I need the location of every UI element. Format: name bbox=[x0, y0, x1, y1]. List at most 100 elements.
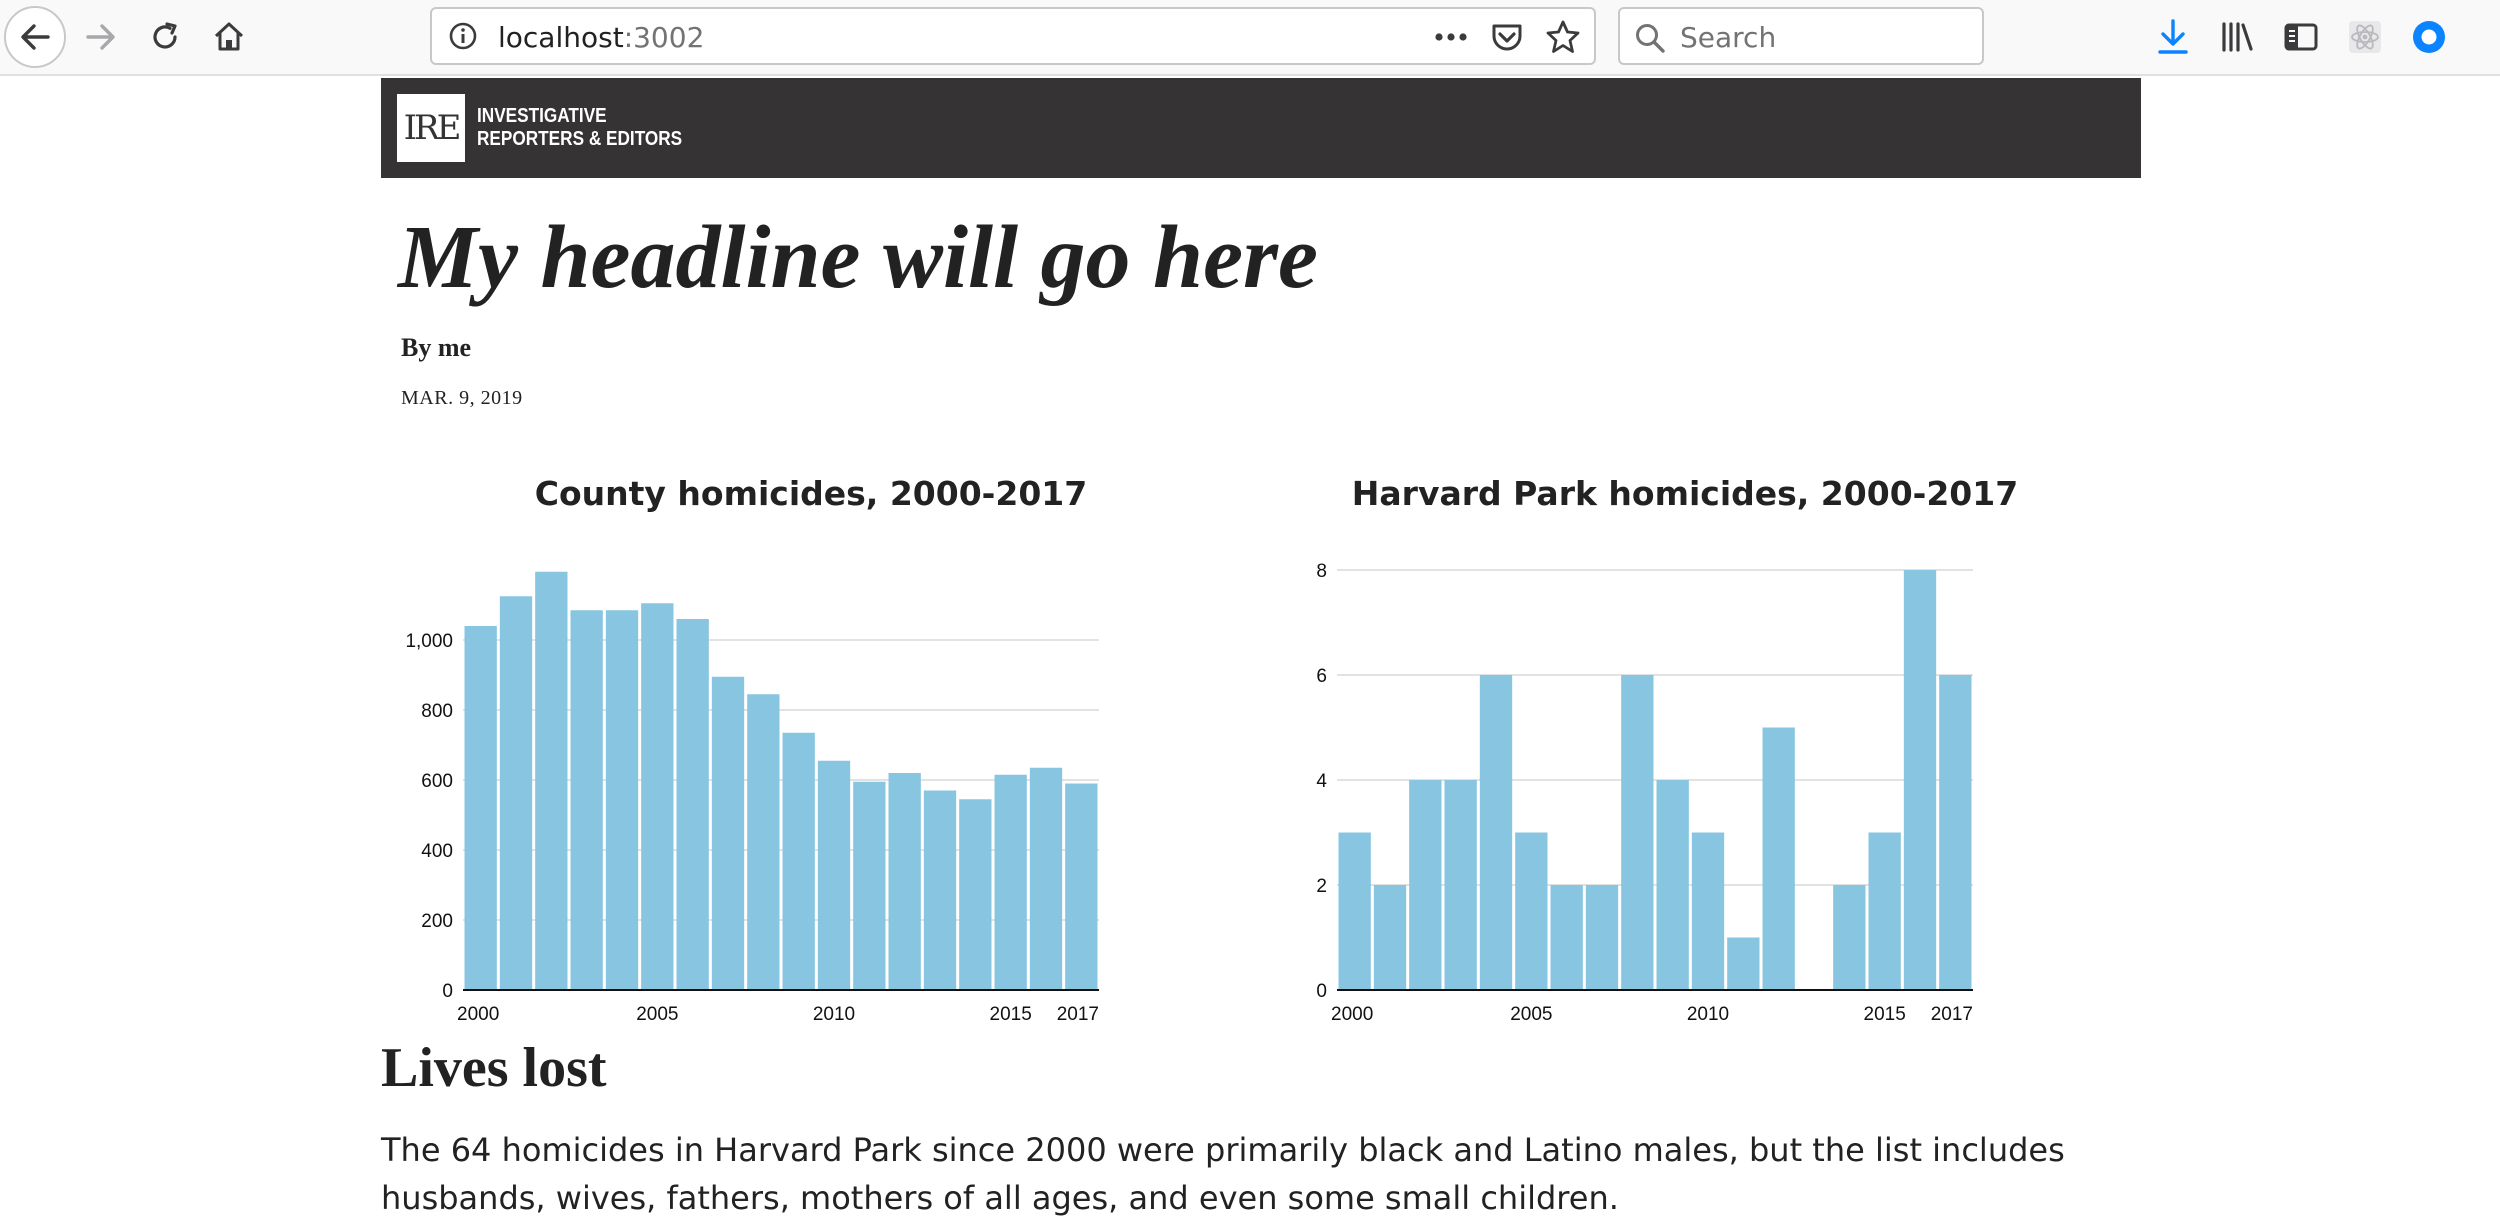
harvard-park-bar-2002 bbox=[1409, 780, 1442, 990]
harvard-park-bar-2004 bbox=[1479, 675, 1513, 990]
article-date: MAR. 9, 2019 bbox=[401, 387, 523, 409]
sidebar-icon bbox=[2284, 23, 2318, 51]
extension-button[interactable] bbox=[2406, 14, 2452, 60]
harvard-park-chart-title: Harvard Park homicides, 2000-2017 bbox=[1351, 474, 2019, 513]
harvard-park-bar-2003 bbox=[1444, 780, 1477, 990]
circle-extension-icon bbox=[2413, 21, 2445, 53]
county-bar-2005 bbox=[641, 603, 674, 990]
harvard-park-y-tick-label: 2 bbox=[1316, 876, 1327, 897]
county-y-tick-label: 400 bbox=[421, 841, 453, 862]
county-bar-2017 bbox=[1065, 783, 1098, 990]
county-x-tick-label: 2000 bbox=[457, 1004, 499, 1025]
harvard-park-bar-2016 bbox=[1903, 570, 1937, 990]
harvard-park-bar-2014 bbox=[1833, 885, 1866, 990]
site-info-icon[interactable] bbox=[448, 21, 478, 55]
harvard-park-bar-2000 bbox=[1338, 832, 1371, 990]
county-y-tick-label: 0 bbox=[442, 981, 453, 1002]
article-byline: By me bbox=[401, 333, 472, 362]
harvard-park-bar-2017 bbox=[1939, 675, 1972, 990]
reload-icon bbox=[153, 22, 177, 49]
search-input[interactable] bbox=[1680, 19, 1970, 55]
county-y-tick-label: 600 bbox=[421, 771, 453, 792]
article-paragraph: The 64 homicides in Harvard Park since 2… bbox=[381, 1131, 2065, 1217]
county-bar-2007 bbox=[711, 676, 745, 990]
county-bar-2006 bbox=[676, 619, 709, 990]
bookmark-star-button[interactable] bbox=[1542, 17, 1584, 57]
harvard-park-y-tick-label: 4 bbox=[1316, 771, 1327, 792]
county-bar-2013 bbox=[923, 790, 957, 990]
downloads-button[interactable] bbox=[2150, 14, 2196, 60]
county-y-tick-label: 200 bbox=[421, 911, 453, 932]
site-name-line-1: INVESTIGATIVE bbox=[477, 105, 607, 127]
harvard-park-x-tick-label: 2010 bbox=[1687, 1004, 1729, 1025]
site-masthead: IRE INVESTIGATIVE REPORTERS & EDITORS bbox=[381, 78, 2141, 178]
county-bar-2011 bbox=[853, 781, 886, 990]
ire-logo[interactable]: IRE bbox=[397, 94, 465, 162]
page-actions-button[interactable] bbox=[1430, 17, 1472, 57]
county-x-tick-label: 2015 bbox=[990, 1004, 1032, 1025]
home-icon bbox=[214, 22, 244, 51]
search-bar[interactable] bbox=[1618, 7, 1984, 65]
harvard-park-bar-2015 bbox=[1868, 832, 1901, 990]
county-bar-2012 bbox=[888, 773, 921, 990]
url-port: :3002 bbox=[623, 21, 705, 54]
harvard-park-x-tick-label: 2000 bbox=[1331, 1004, 1373, 1025]
county-bar-2003 bbox=[570, 610, 603, 990]
harvard-park-x-tick-label: 2017 bbox=[1931, 1004, 1973, 1025]
pocket-button[interactable] bbox=[1486, 17, 1528, 57]
home-button[interactable] bbox=[198, 6, 260, 68]
arrow-right-icon bbox=[86, 24, 115, 50]
article-headline: My headline will go here bbox=[398, 208, 1318, 307]
harvard-park-x-tick-label: 2015 bbox=[1864, 1004, 1906, 1025]
back-button[interactable] bbox=[4, 6, 66, 68]
library-button[interactable] bbox=[2214, 14, 2260, 60]
county-bar-2002 bbox=[535, 571, 568, 990]
section-heading: Lives lost bbox=[381, 1037, 607, 1099]
harvard-park-homicides-chart: 0 2 4 6 8 2000 2005 2010 2015 2017 bbox=[1316, 561, 1973, 1025]
library-icon bbox=[2222, 22, 2253, 52]
county-bar-2009 bbox=[782, 732, 815, 990]
county-bar-2004 bbox=[605, 610, 639, 990]
download-icon bbox=[2158, 19, 2188, 54]
county-x-tick-label: 2010 bbox=[813, 1004, 855, 1025]
react-atom-icon bbox=[2349, 21, 2381, 53]
forward-button[interactable] bbox=[70, 6, 132, 68]
browser-toolbar: localhost:3002 bbox=[0, 0, 2500, 76]
county-bar-2016 bbox=[1029, 767, 1063, 990]
url-text[interactable]: localhost:3002 bbox=[498, 21, 704, 54]
county-y-tick-label: 1,000 bbox=[405, 631, 453, 652]
address-bar[interactable]: localhost:3002 bbox=[430, 7, 1596, 65]
search-icon bbox=[1634, 22, 1666, 58]
county-bar-2014 bbox=[959, 799, 992, 990]
harvard-park-bar-2009 bbox=[1656, 780, 1689, 990]
harvard-park-y-tick-label: 8 bbox=[1316, 561, 1327, 582]
harvard-park-bar-2012 bbox=[1762, 727, 1795, 990]
county-homicides-chart: 0 200 400 600 800 1,000 2000 2005 2010 2015 2017 bbox=[405, 571, 1099, 1025]
url-host: localhost bbox=[498, 21, 624, 54]
logo-mark: IRE bbox=[403, 108, 462, 148]
county-bar-2015 bbox=[994, 774, 1027, 990]
harvard-park-bar-2008 bbox=[1621, 675, 1654, 990]
site-name[interactable]: INVESTIGATIVE REPORTERS & EDITORS bbox=[477, 105, 682, 151]
star-icon bbox=[1546, 20, 1580, 53]
county-bar-2001 bbox=[499, 596, 533, 990]
sidebar-toggle-button[interactable] bbox=[2278, 14, 2324, 60]
harvard-park-bar-2010 bbox=[1691, 832, 1725, 990]
arrow-left-icon bbox=[21, 24, 50, 50]
harvard-park-bar-2005 bbox=[1515, 832, 1548, 990]
county-x-tick-label: 2005 bbox=[636, 1004, 678, 1025]
harvard-park-bar-2001 bbox=[1373, 885, 1407, 990]
harvard-park-bar-2006 bbox=[1550, 885, 1583, 990]
more-dots-icon bbox=[1435, 33, 1467, 41]
county-y-tick-label: 800 bbox=[421, 701, 453, 722]
county-bar-2008 bbox=[747, 694, 780, 990]
harvard-park-x-tick-label: 2005 bbox=[1510, 1004, 1552, 1025]
harvard-park-y-tick-label: 0 bbox=[1316, 981, 1327, 1002]
pocket-icon bbox=[1492, 24, 1522, 51]
react-devtools-button[interactable] bbox=[2342, 14, 2388, 60]
harvard-park-bar-2007 bbox=[1585, 885, 1619, 990]
county-bar-2010 bbox=[817, 760, 851, 990]
reload-button[interactable] bbox=[134, 6, 196, 68]
harvard-park-y-tick-label: 6 bbox=[1316, 666, 1327, 687]
county-bar-2000 bbox=[464, 626, 497, 990]
